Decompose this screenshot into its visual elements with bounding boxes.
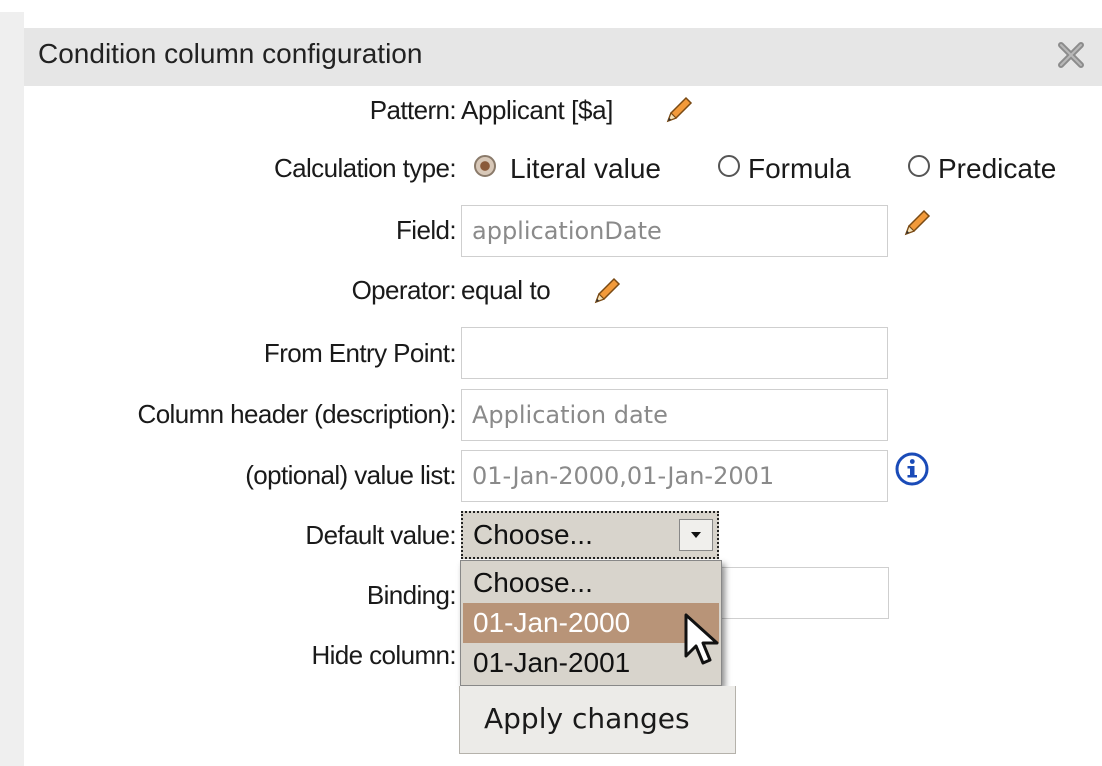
- binding-input[interactable]: [719, 567, 889, 619]
- dropdown-option[interactable]: Choose...: [463, 563, 719, 603]
- radio-formula-label: Formula: [748, 153, 851, 184]
- left-border: [0, 12, 24, 766]
- default-value-label: Default value:: [305, 520, 456, 550]
- mouse-cursor-icon: [684, 613, 719, 665]
- top-strip: [0, 0, 1102, 12]
- default-value-selected: Choose...: [473, 519, 593, 550]
- condition-column-dialog: Condition column configuration Pattern: …: [0, 0, 1102, 766]
- column-header-input[interactable]: Application date: [461, 389, 888, 441]
- value-list-input[interactable]: 01-Jan-2000,01-Jan-2001: [461, 450, 888, 502]
- from-entry-point-input[interactable]: [461, 327, 888, 379]
- radio-formula[interactable]: [718, 155, 740, 177]
- operator-value: equal to: [461, 275, 551, 305]
- dropdown-arrow-button[interactable]: [679, 519, 713, 551]
- column-header-label: Column header (description):: [137, 399, 457, 429]
- radio-literal-value[interactable]: [474, 155, 496, 177]
- pattern-label: Pattern:: [369, 95, 457, 125]
- default-value-select[interactable]: Choose...: [461, 511, 719, 559]
- dialog-title: Condition column configuration: [38, 38, 423, 69]
- apply-changes-label: Apply changes: [484, 702, 690, 735]
- pattern-value: Applicant [$a]: [461, 95, 613, 125]
- pencil-icon[interactable]: [590, 276, 622, 308]
- apply-changes-button[interactable]: Apply changes: [459, 686, 736, 754]
- from-entry-point-label: From Entry Point:: [263, 338, 457, 368]
- radio-predicate-label: Predicate: [938, 153, 1057, 184]
- radio-literal-value-label: Literal value: [510, 153, 661, 184]
- info-icon[interactable]: [894, 451, 930, 487]
- calculation-type-label: Calculation type:: [273, 153, 457, 183]
- operator-label: Operator:: [351, 275, 457, 305]
- close-icon[interactable]: [1052, 36, 1090, 74]
- chevron-down-icon: [691, 532, 701, 538]
- value-list-label: (optional) value list:: [245, 460, 456, 490]
- dropdown-option[interactable]: 01-Jan-2001: [463, 643, 719, 683]
- field-label: Field:: [396, 215, 457, 245]
- hide-column-label: Hide column:: [311, 640, 456, 670]
- dropdown-option-highlighted[interactable]: 01-Jan-2000: [463, 603, 719, 643]
- binding-label: Binding:: [366, 580, 457, 610]
- radio-predicate[interactable]: [908, 155, 930, 177]
- pencil-icon[interactable]: [900, 208, 932, 240]
- field-input[interactable]: applicationDate: [461, 205, 888, 257]
- pencil-icon[interactable]: [662, 95, 694, 127]
